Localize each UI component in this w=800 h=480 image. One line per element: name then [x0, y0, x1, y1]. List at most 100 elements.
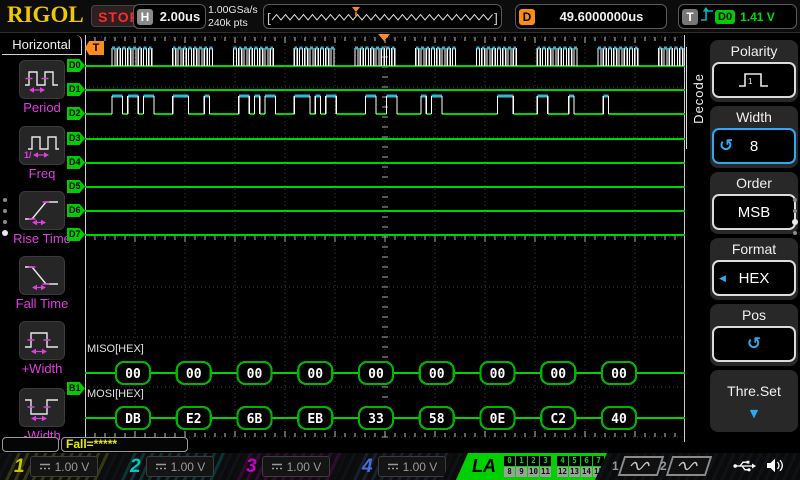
generator-number: 2	[660, 459, 667, 473]
trigger-position-marker[interactable]	[378, 34, 390, 41]
decode-byte-value: 0E	[490, 412, 506, 427]
menu-item-pos[interactable]: Pos↺	[710, 304, 798, 366]
la-digit-9: 9	[516, 467, 527, 477]
sine-wave-icon	[617, 456, 663, 476]
rising-edge-icon	[700, 6, 714, 28]
system-icons	[733, 458, 784, 473]
coupling-icon	[155, 461, 167, 472]
decode-menu-items: Polarity1Width↺8OrderMSBFormat◀HEXPos↺Th…	[710, 40, 798, 436]
fall-time-button[interactable]	[19, 256, 65, 295]
decode-byte-value: 00	[550, 367, 566, 382]
generator-indicator-2[interactable]: 2	[660, 456, 709, 476]
la-digit-grid: 01234567 89101112131415	[504, 456, 604, 477]
la-digits-active: 01234567	[504, 456, 604, 466]
left-menu-title: Horizontal	[2, 35, 82, 55]
la-digit-12: 12	[557, 467, 568, 477]
channel-scale-value: 1.00 V	[287, 460, 322, 474]
channel-indicator-3[interactable]: 31.00 V	[232, 453, 346, 480]
rise-time-icon	[23, 197, 61, 225]
menu-item-label: Width	[712, 107, 796, 128]
left-menu-item-fall-time[interactable]: Fall Time	[0, 256, 84, 311]
channel-scale-box: 1.00 V	[378, 456, 447, 477]
period-button[interactable]	[19, 60, 65, 99]
sample-rate: 1.00GSa/s	[208, 4, 258, 17]
generator-indicator-1[interactable]: 1	[612, 456, 661, 476]
la-digit-7: 7	[593, 456, 604, 466]
measurement-fall-result: Fall=*****	[61, 437, 188, 452]
horizontal-scale-readout: H 2.00us	[133, 4, 206, 29]
left-menu-item-width[interactable]: +Width	[0, 321, 84, 376]
channel-number: 4	[362, 456, 373, 478]
la-indicator[interactable]: LA 01234567 89101112131415	[456, 453, 607, 480]
+width-button[interactable]	[19, 321, 65, 360]
rise-time-button[interactable]	[19, 191, 65, 230]
trigger-level-value: 1.41 V	[740, 10, 775, 24]
-width-button[interactable]	[19, 388, 65, 427]
menu-item-thre-set[interactable]: Thre.Set▼	[710, 370, 798, 432]
period-icon	[23, 66, 61, 94]
left-menu-item-label: Fall Time	[0, 296, 84, 311]
rigol-logo: RIGOL	[7, 2, 84, 28]
channel-scale-value: 1.00 V	[55, 460, 90, 474]
minus-width-icon	[23, 394, 61, 422]
la-digit-2: 2	[528, 456, 539, 466]
menu-item-label: Order	[712, 173, 796, 194]
decode-byte-value: 33	[368, 412, 384, 427]
oscilloscope-screen: RIGOL STOP H 2.00us 1.00GSa/s 240k pts […	[0, 0, 800, 480]
decode-byte-value: 00	[368, 367, 384, 382]
plus-width-icon	[23, 327, 61, 355]
channel-indicator-4[interactable]: 41.00 V	[348, 453, 454, 480]
sine-wave-icon	[665, 456, 711, 476]
la-digit-6: 6	[581, 456, 592, 466]
channel-status-bar: 11.00 V21.00 V31.00 V41.00 V LA 01234567…	[0, 453, 800, 480]
freq-button[interactable]: 1/	[19, 126, 65, 165]
generator-number: 1	[612, 459, 619, 473]
page-dot	[3, 198, 7, 202]
menu-item-format[interactable]: Format◀HEX	[710, 238, 798, 300]
svg-text:]: ]	[492, 12, 499, 27]
la-digit-5: 5	[569, 456, 580, 466]
decode-byte-value: 40	[611, 412, 627, 427]
left-menu-item-width[interactable]: -Width	[0, 388, 84, 443]
la-digit-14: 14	[581, 467, 592, 477]
waveform-display: MISO[HEX]000000000000000000MOSI[HEX]DBE2…	[85, 35, 685, 442]
top-status-bar: RIGOL STOP H 2.00us 1.00GSa/s 240k pts […	[0, 0, 800, 33]
la-digit-4: 4	[557, 456, 568, 466]
page-dot	[792, 219, 798, 225]
page-dot	[793, 231, 797, 235]
memory-depth: 240k pts	[208, 17, 258, 30]
delay-label: D	[519, 9, 535, 25]
menu-item-polarity[interactable]: Polarity1	[710, 40, 798, 102]
channel-number: 2	[130, 456, 141, 478]
menu-item-width[interactable]: Width↺8	[710, 106, 798, 168]
page-dot	[793, 209, 797, 213]
la-digit-15: 15	[593, 467, 604, 477]
decode-byte-value: 00	[125, 367, 141, 382]
left-triangle-icon: ◀	[719, 273, 726, 284]
usb-icon	[733, 459, 757, 473]
menu-item-label: Format	[712, 239, 796, 260]
channel-indicator-2[interactable]: 2 1.00 V	[116, 453, 230, 480]
channel-scale-value: 1.00 V	[171, 460, 206, 474]
measurement-slot-empty	[2, 437, 59, 452]
waveform-preview[interactable]: []	[263, 4, 502, 29]
page-dot	[3, 209, 7, 213]
left-menu-item-label: +Width	[0, 361, 84, 376]
decode-byte-value: 00	[247, 367, 263, 382]
channel-number: 1	[14, 456, 25, 478]
la-digit-3: 3	[540, 456, 551, 466]
menu-item-value-box: ↺	[712, 326, 796, 362]
menu-item-value-box: ↺8	[712, 128, 796, 164]
down-triangle-icon: ▼	[712, 407, 796, 420]
decode-byte-value: 00	[490, 367, 506, 382]
channel-indicator-1[interactable]: 1 1.00 V	[0, 453, 114, 480]
decode-byte-value: 00	[429, 367, 445, 382]
page-dot	[3, 220, 7, 224]
decode-byte-value: EB	[307, 412, 323, 427]
trigger-readout: T D0 1.41 V	[678, 4, 797, 29]
menu-item-value-text: MSB	[738, 204, 771, 221]
svg-text:[: [	[265, 12, 273, 27]
decode-byte-value: C2	[550, 412, 566, 427]
la-digit-0: 0	[504, 456, 515, 466]
menu-item-order[interactable]: Order MSB	[710, 172, 798, 234]
